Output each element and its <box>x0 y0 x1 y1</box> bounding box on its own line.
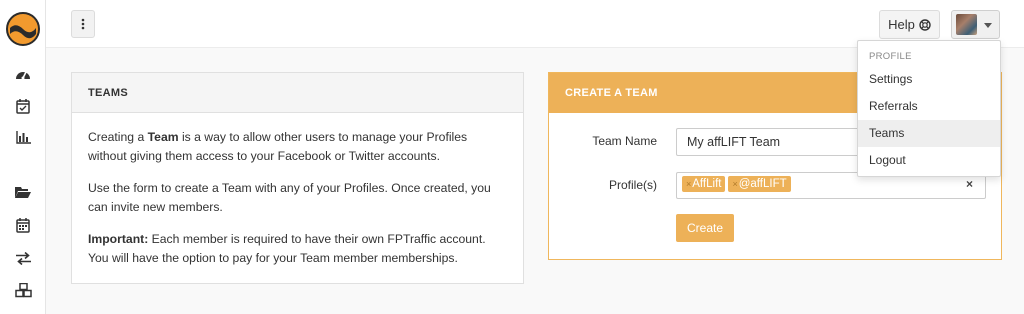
team-name-label: Team Name <box>592 134 657 148</box>
menu-item-referrals[interactable]: Referrals <box>858 93 1000 120</box>
calendar-check-icon[interactable] <box>13 96 33 116</box>
remove-tag-icon[interactable]: × <box>732 179 737 189</box>
dropdown-header: PROFILE <box>869 51 912 62</box>
menu-item-settings[interactable]: Settings <box>858 66 1000 93</box>
teams-info-panel: TEAMS Creating a Team is a way to allow … <box>71 72 524 284</box>
caret-down-icon <box>984 23 992 28</box>
teams-intro-paragraph: Creating a Team is a way to allow other … <box>88 130 468 163</box>
kebab-icon <box>81 18 85 30</box>
menu-toggle-button[interactable] <box>71 10 95 38</box>
life-ring-icon <box>919 18 931 31</box>
sidebar <box>0 0 46 314</box>
menu-item-logout[interactable]: Logout <box>858 147 1000 174</box>
calendar-icon[interactable] <box>13 215 33 235</box>
profile-tag[interactable]: ×AffLift <box>682 176 726 192</box>
folder-open-icon[interactable] <box>13 182 33 202</box>
teams-panel-body: Creating a Team is a way to allow other … <box>72 113 523 268</box>
profiles-label: Profile(s) <box>608 178 657 192</box>
help-label: Help <box>888 17 915 32</box>
cubes-icon[interactable] <box>13 280 33 300</box>
remove-tag-icon[interactable]: × <box>686 179 691 189</box>
user-menu-button[interactable] <box>951 10 1000 39</box>
teams-panel-title: TEAMS <box>72 73 523 113</box>
help-button[interactable]: Help <box>879 10 940 39</box>
profile-dropdown-menu: PROFILE Settings Referrals Teams Logout <box>857 40 1001 177</box>
menu-item-teams[interactable]: Teams <box>858 120 1000 147</box>
profile-tag[interactable]: ×@affLIFT <box>728 176 791 192</box>
avatar <box>956 14 977 35</box>
bar-chart-icon[interactable] <box>13 127 33 147</box>
dashboard-icon[interactable] <box>13 64 33 84</box>
logo[interactable] <box>6 12 40 46</box>
exchange-icon[interactable] <box>13 248 33 268</box>
teams-important-paragraph: Important: Each member is required to ha… <box>88 232 486 265</box>
create-button[interactable]: Create <box>676 214 734 242</box>
teams-usage-paragraph: Use the form to create a Team with any o… <box>88 181 491 214</box>
clear-selection-icon[interactable]: × <box>966 177 973 191</box>
